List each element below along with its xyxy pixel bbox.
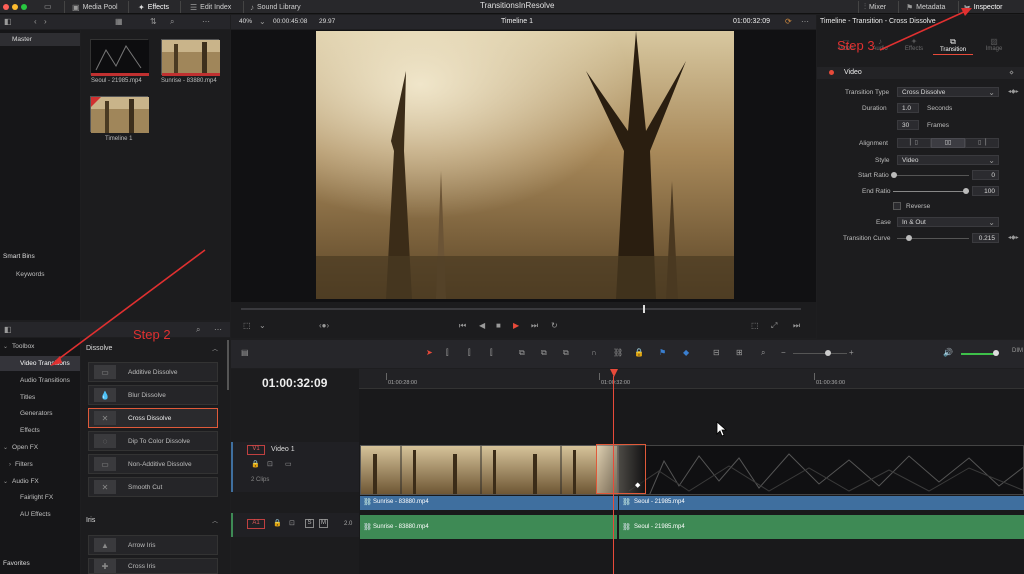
step-2-annotation: Step 2 xyxy=(133,327,171,342)
step-3-annotation: Step 3 xyxy=(837,38,875,53)
annotation-overlay xyxy=(50,8,972,366)
